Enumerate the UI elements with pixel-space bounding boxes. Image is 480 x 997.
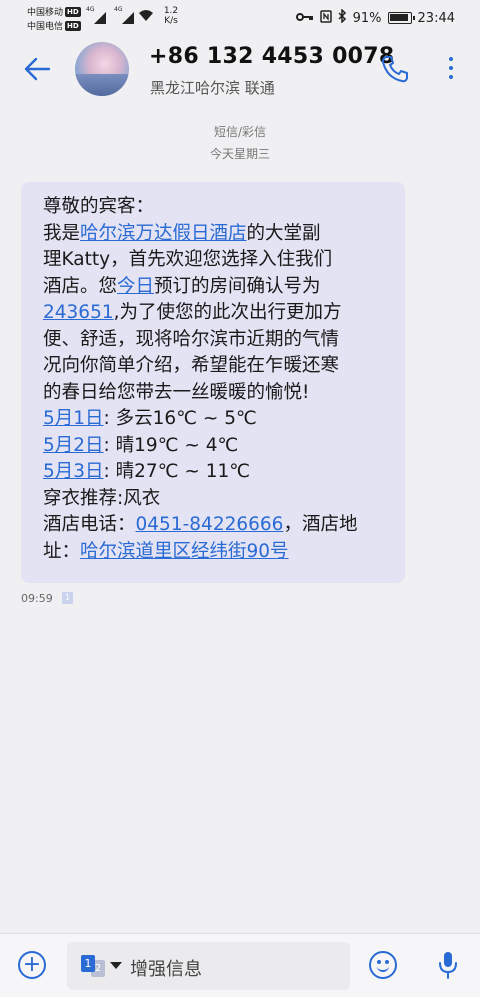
emoji-icon[interactable] [369,951,397,979]
message-line: 5月2日: 晴19℃ ~ 4℃ [43,434,239,456]
message-line: 我是哈尔滨万达假日酒店的大堂副 [43,222,321,244]
sim-card-icon: 1 [62,592,73,604]
input-placeholder: 增强信息 [130,959,202,980]
message-bubble[interactable]: 尊敬的宾客： 我是哈尔滨万达假日酒店的大堂副 理Katty，首先欢迎您选择入住我… [21,182,405,583]
status-bar: 中国移动 HD 中国电信 HD 4G 4G 1.2 K/s 91% 23:44 [0,0,480,36]
status-right: 91% 23:44 [295,8,455,27]
message-line: 243651,为了使您的此次出行更加方 [43,302,342,323]
message-line: 5月1日: 多云16℃ ~ 5℃ [43,408,257,429]
date-link[interactable]: 5月2日 [43,435,104,456]
contact-location: 黑龙江哈尔滨 联通 [150,79,275,97]
hotel-name-link[interactable]: 哈尔滨万达假日酒店 [80,223,247,244]
date-link[interactable]: 5月3日 [43,461,104,482]
add-icon[interactable]: + [18,951,46,979]
conversation-header: +86 132 4453 0078 黑龙江哈尔滨 联通 [0,36,480,106]
message-line: 的春日给您带去一丝暖暖的愉悦! [43,381,310,403]
phone-number-link[interactable]: 0451-84226666 [136,514,284,535]
signal-icon: 4G [114,6,134,24]
message-line: 尊敬的宾客： [43,196,155,217]
message-line: 理Katty，首先欢迎您选择入住我们 [43,249,333,270]
signal-icon: 4G [86,6,106,24]
carrier-2: 中国电信 HD [27,19,81,32]
message-line: 5月3日: 晴27℃ ~ 11℃ [43,461,251,482]
wifi-icon [138,9,154,26]
microphone-icon[interactable] [437,950,459,980]
confirmation-number-link[interactable]: 243651 [43,302,114,323]
bluetooth-icon [338,8,347,27]
message-line: 穿衣推荐:风衣 [43,487,161,509]
carrier-1: 中国移动 HD [27,5,81,18]
hd-badge: HD [65,20,81,31]
address-link[interactable]: 哈尔滨道里区经纬街90号 [80,541,289,562]
battery-icon [387,12,415,24]
date-link[interactable]: 5月1日 [43,408,104,429]
contact-number: +86 132 4453 0078 [149,44,395,69]
message-input[interactable]: 2 1 增强信息 [67,942,350,990]
date-separator: 今天星期三 [209,147,270,161]
phone-icon[interactable] [380,54,410,84]
message-time: 09:59 [21,592,53,605]
nfc-icon [319,9,332,27]
message-line: 酒店电话：0451-84226666，酒店地 [43,514,358,535]
date-link[interactable]: 今日 [117,276,154,297]
clock: 23:44 [417,10,455,26]
network-speed: 1.2 K/s [163,6,179,26]
sim-selector[interactable]: 2 1 [81,955,122,977]
back-arrow-icon[interactable] [22,54,52,84]
battery-percent: 91% [352,10,382,26]
message-line: 便、舒适，现将哈尔滨市近期的气情 [43,328,340,350]
key-icon [295,11,314,26]
chevron-down-icon [110,962,122,969]
message-line: 址：哈尔滨道里区经纬街90号 [43,540,289,562]
signal-group: 4G 4G [86,6,134,24]
hd-badge: HD [65,6,81,17]
more-vertical-icon[interactable] [441,54,461,84]
avatar[interactable] [75,42,129,96]
message-line: 酒店。您今日预订的房间确认号为 [43,275,321,297]
message-type-label: 短信/彩信 [213,125,267,139]
sim-card-icon: 1 [81,955,95,972]
carrier-1-name: 中国移动 [27,8,64,18]
compose-bar: + 2 1 增强信息 [0,933,480,997]
carrier-2-name: 中国电信 [27,22,64,32]
message-line: 况向你简单介绍，希望能在乍暖还寒 [43,355,340,376]
